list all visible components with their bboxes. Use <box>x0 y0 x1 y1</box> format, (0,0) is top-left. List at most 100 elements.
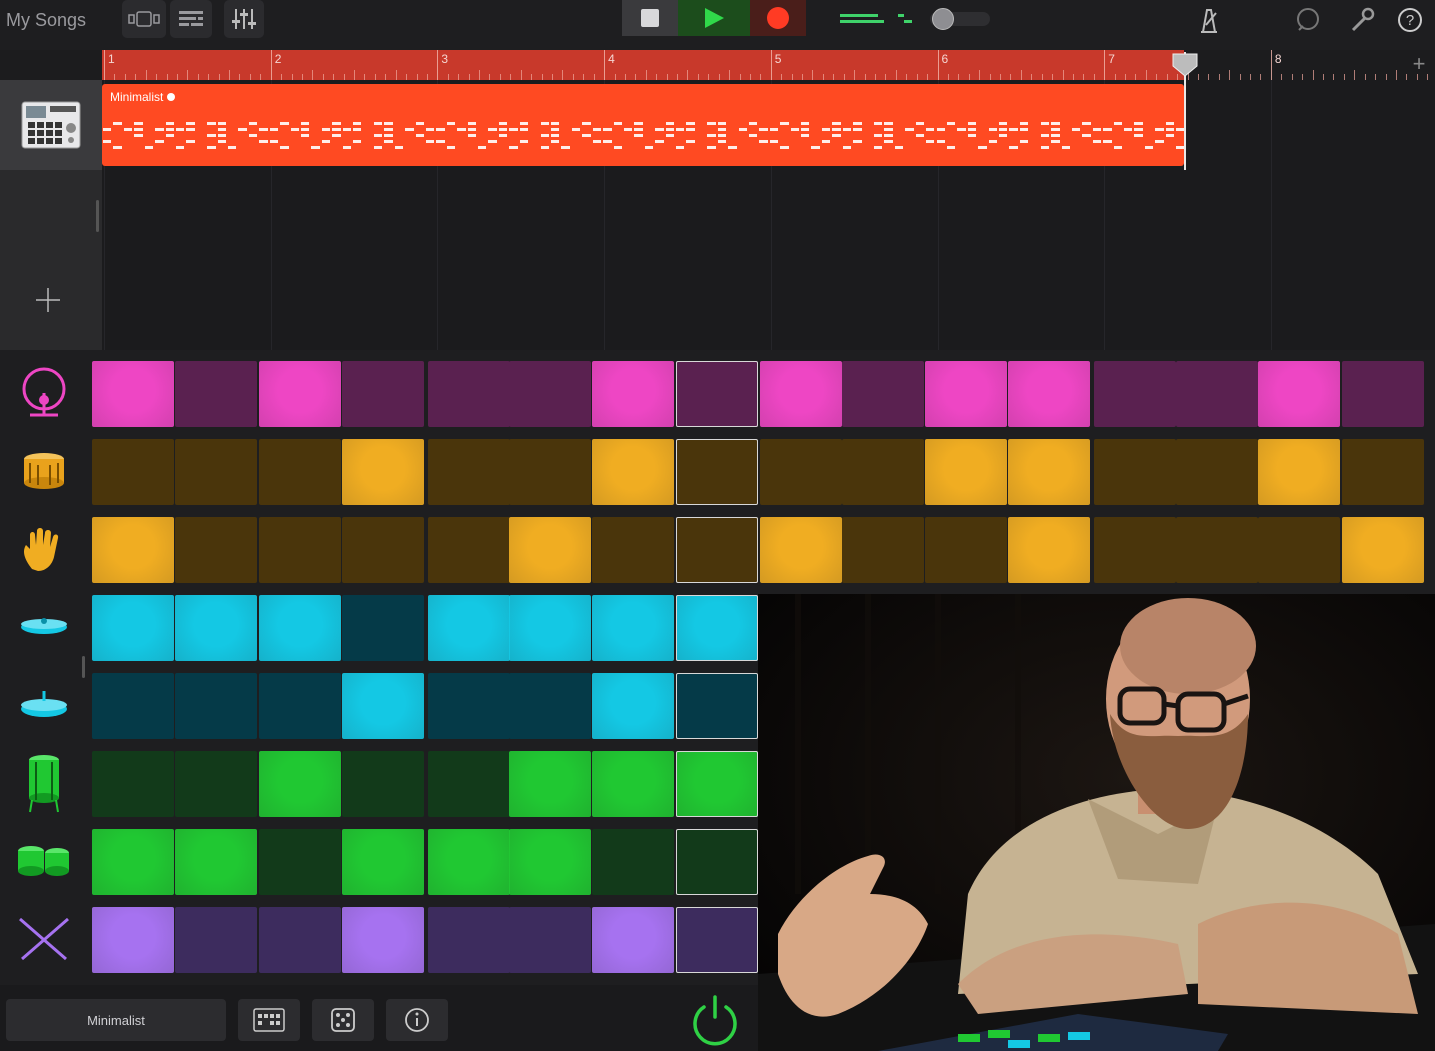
step-pad[interactable] <box>842 439 924 505</box>
step-pad[interactable] <box>259 907 341 973</box>
step-pad[interactable] <box>1176 439 1258 505</box>
step-pad[interactable] <box>342 361 424 427</box>
step-pad[interactable] <box>259 595 341 661</box>
pattern-selector-button[interactable]: Minimalist <box>6 999 226 1041</box>
kick-drum-icon[interactable] <box>14 361 74 425</box>
step-pad[interactable] <box>175 907 257 973</box>
tom-drum-icon[interactable] <box>14 751 74 815</box>
step-pad[interactable] <box>842 361 924 427</box>
step-pad[interactable] <box>92 751 174 817</box>
step-pad[interactable] <box>509 361 591 427</box>
step-pad[interactable] <box>342 673 424 739</box>
step-pad[interactable] <box>676 439 758 505</box>
step-pad[interactable] <box>92 673 174 739</box>
step-pad[interactable] <box>175 439 257 505</box>
step-pad[interactable] <box>1258 361 1340 427</box>
open-hihat-icon[interactable] <box>14 673 74 737</box>
volume-slider[interactable] <box>930 8 990 30</box>
step-pad[interactable] <box>509 907 591 973</box>
track-header-beat-sequencer[interactable] <box>0 80 102 170</box>
power-button[interactable] <box>688 993 742 1047</box>
step-pad[interactable] <box>428 907 510 973</box>
step-pad[interactable] <box>428 517 510 583</box>
play-button[interactable] <box>678 0 750 36</box>
step-pad[interactable] <box>1176 517 1258 583</box>
step-pad[interactable] <box>92 361 174 427</box>
record-button[interactable] <box>750 0 806 36</box>
step-pad[interactable] <box>1258 517 1340 583</box>
step-pad[interactable] <box>1094 361 1176 427</box>
bongos-icon[interactable] <box>14 829 74 893</box>
step-pad[interactable] <box>925 439 1007 505</box>
step-pad[interactable] <box>676 829 758 895</box>
step-pad[interactable] <box>592 907 674 973</box>
step-pad[interactable] <box>925 361 1007 427</box>
step-pad[interactable] <box>676 361 758 427</box>
help-button[interactable]: ? <box>1396 6 1424 34</box>
timeline-ruler[interactable]: 1 2 3 4 5 6 7 8 + <box>102 50 1435 80</box>
my-songs-button[interactable]: My Songs <box>6 10 86 31</box>
loop-browser-button[interactable] <box>1294 6 1322 34</box>
step-pad[interactable] <box>92 517 174 583</box>
step-pad[interactable] <box>92 439 174 505</box>
step-pad[interactable] <box>509 439 591 505</box>
step-pad[interactable] <box>428 673 510 739</box>
step-pad[interactable] <box>342 907 424 973</box>
step-pad[interactable] <box>259 361 341 427</box>
metronome-button[interactable] <box>1196 6 1222 34</box>
step-pad[interactable] <box>92 595 174 661</box>
step-pad[interactable] <box>1094 517 1176 583</box>
step-pad[interactable] <box>509 673 591 739</box>
clap-hand-icon[interactable] <box>14 517 74 581</box>
step-pad[interactable] <box>1008 439 1090 505</box>
step-pad[interactable] <box>676 673 758 739</box>
step-pad[interactable] <box>676 907 758 973</box>
step-pad[interactable] <box>342 751 424 817</box>
step-pad[interactable] <box>175 673 257 739</box>
step-pad[interactable] <box>259 673 341 739</box>
settings-button[interactable] <box>1348 6 1376 34</box>
drumsticks-icon[interactable] <box>14 907 74 971</box>
stop-button[interactable] <box>622 0 678 36</box>
step-pad[interactable] <box>842 517 924 583</box>
mixer-button[interactable] <box>224 0 264 38</box>
step-pad[interactable] <box>760 439 842 505</box>
step-pad[interactable] <box>760 361 842 427</box>
step-pad[interactable] <box>428 361 510 427</box>
step-pad[interactable] <box>259 829 341 895</box>
add-section-button[interactable]: + <box>1407 52 1431 76</box>
step-pad[interactable] <box>1342 361 1424 427</box>
step-pad[interactable] <box>342 517 424 583</box>
step-pad[interactable] <box>1342 439 1424 505</box>
step-pad[interactable] <box>592 361 674 427</box>
step-pad[interactable] <box>428 829 510 895</box>
step-pad[interactable] <box>428 751 510 817</box>
step-pad[interactable] <box>592 439 674 505</box>
step-pad[interactable] <box>509 595 591 661</box>
step-pad[interactable] <box>175 751 257 817</box>
step-pad[interactable] <box>592 595 674 661</box>
step-pad[interactable] <box>592 673 674 739</box>
step-pad[interactable] <box>342 829 424 895</box>
snare-drum-icon[interactable] <box>14 439 74 503</box>
track-resize-handle[interactable] <box>96 200 99 232</box>
grid-scroll-handle[interactable] <box>82 656 85 678</box>
step-pad[interactable] <box>175 829 257 895</box>
step-pad[interactable] <box>175 517 257 583</box>
step-pad[interactable] <box>509 751 591 817</box>
playhead-handle[interactable] <box>1171 52 1199 78</box>
step-pad[interactable] <box>259 751 341 817</box>
step-pad[interactable] <box>428 595 510 661</box>
step-pad[interactable] <box>259 439 341 505</box>
volume-slider-knob[interactable] <box>932 8 954 30</box>
step-pad[interactable] <box>428 439 510 505</box>
step-pad[interactable] <box>592 829 674 895</box>
step-pad[interactable] <box>1008 517 1090 583</box>
step-pad[interactable] <box>175 595 257 661</box>
step-pad[interactable] <box>676 517 758 583</box>
step-pad[interactable] <box>925 517 1007 583</box>
closed-hihat-icon[interactable] <box>14 595 74 659</box>
step-pad[interactable] <box>592 751 674 817</box>
add-track-button[interactable] <box>30 282 66 318</box>
randomize-button[interactable] <box>312 999 374 1041</box>
